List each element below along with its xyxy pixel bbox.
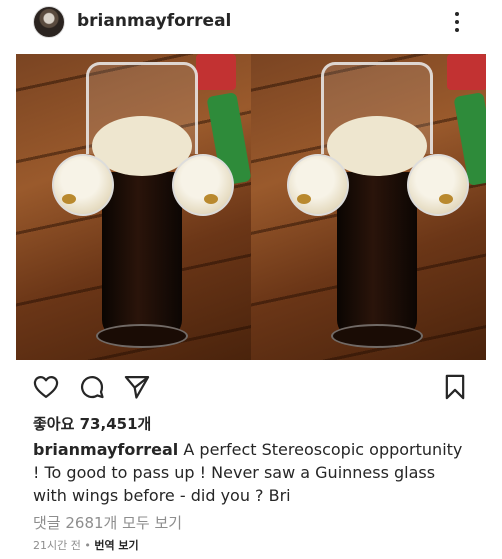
bookmark-icon	[445, 374, 465, 400]
foam-wing-right	[172, 154, 234, 216]
view-all-comments-link[interactable]: 댓글 2681개 모두 보기	[33, 512, 182, 533]
likes-count[interactable]: 좋아요 73,451개	[33, 413, 151, 434]
stereo-image-left	[16, 54, 251, 360]
caption-username[interactable]: brianmayforreal	[33, 440, 178, 459]
guinness-glass	[52, 62, 234, 350]
post-action-bar	[0, 368, 502, 408]
foam-wing-left	[52, 154, 114, 216]
like-button[interactable]	[31, 372, 61, 402]
post-timestamp: 21시간 전	[33, 539, 81, 552]
send-icon	[124, 375, 150, 399]
foam-wing-right	[407, 154, 469, 216]
post-username[interactable]: brianmayforreal	[77, 11, 231, 31]
comment-button[interactable]	[77, 372, 107, 402]
meta-separator: •	[80, 539, 95, 552]
post-meta: 21시간 전 • 번역 보기	[33, 537, 139, 553]
save-button[interactable]	[440, 372, 470, 402]
more-vertical-icon	[455, 12, 459, 16]
guinness-glass	[287, 62, 469, 350]
post-photo[interactable]	[16, 54, 486, 360]
see-translation-link[interactable]: 번역 보기	[94, 539, 138, 552]
post-header: brianmayforreal	[0, 0, 502, 46]
share-button[interactable]	[122, 372, 152, 402]
heart-icon	[33, 375, 59, 399]
foam-wing-left	[287, 154, 349, 216]
stereo-image-right	[251, 54, 486, 360]
more-options-button[interactable]	[450, 10, 464, 34]
comment-icon	[80, 376, 104, 399]
avatar[interactable]	[33, 6, 65, 38]
post-caption: brianmayforreal A perfect Stereoscopic o…	[33, 438, 473, 507]
